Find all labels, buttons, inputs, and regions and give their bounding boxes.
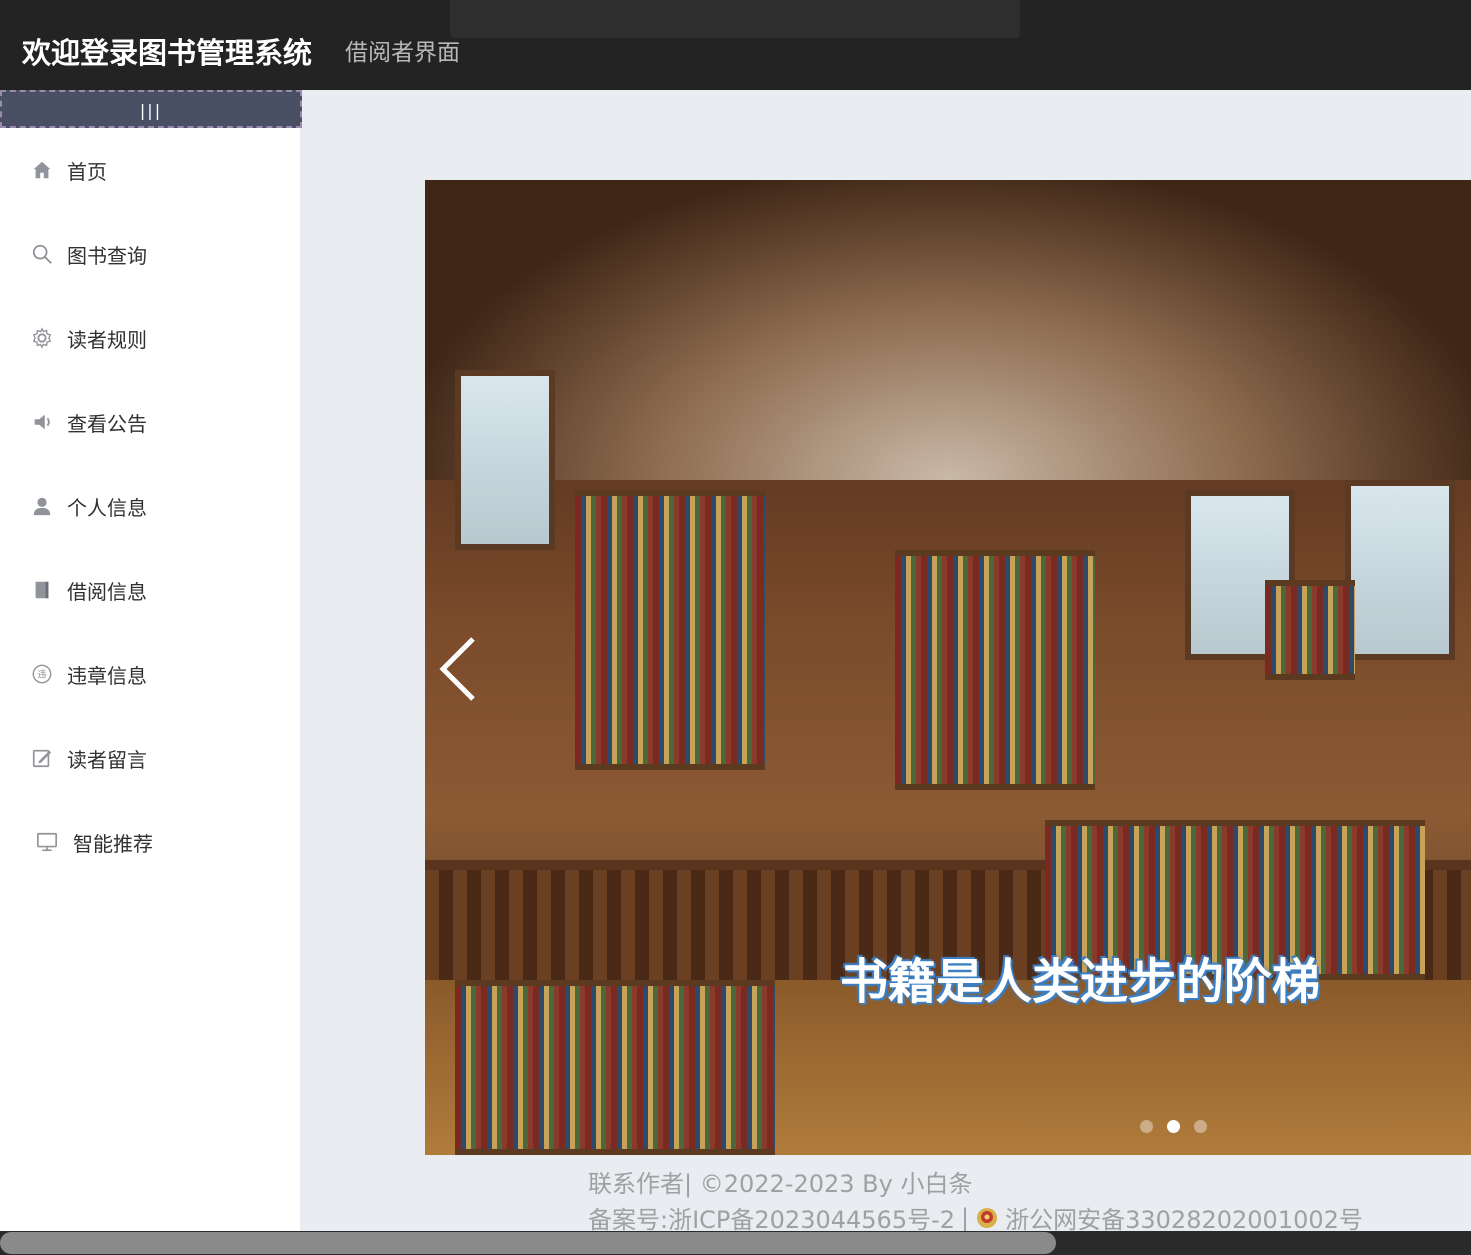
- sidebar-item-label[interactable]: 读者留言: [67, 744, 147, 773]
- sidebar-item-borrow-info[interactable]: 借阅信息: [27, 575, 147, 605]
- top-header: 欢迎登录图书管理系统 借阅者界面: [0, 0, 1471, 90]
- monitor-icon[interactable]: [27, 827, 67, 857]
- sidebar-item-announcements[interactable]: 查看公告: [27, 407, 147, 437]
- sidebar-item-personal-info[interactable]: 个人信息: [27, 491, 147, 521]
- icp-registration-link[interactable]: 备案号:浙ICP备2023044565号-2: [588, 1200, 955, 1235]
- sidebar-item-label[interactable]: 读者规则: [67, 324, 147, 353]
- carousel-caption: 书籍是人类进步的阶梯: [840, 954, 1321, 1010]
- speaker-icon[interactable]: [27, 407, 57, 437]
- library-photo-bookshelf: [1265, 580, 1355, 680]
- sidebar-item-label[interactable]: 智能推荐: [73, 828, 153, 857]
- sidebar-item-reader-messages[interactable]: 读者留言: [27, 743, 147, 773]
- sidebar-item-label[interactable]: 个人信息: [67, 492, 147, 521]
- carousel-indicator-1[interactable]: [1140, 1120, 1153, 1133]
- app-title: 欢迎登录图书管理系统: [22, 36, 313, 70]
- sidebar-item-label[interactable]: 首页: [67, 156, 107, 185]
- sidebar-item-label[interactable]: 借阅信息: [67, 576, 147, 605]
- search-icon[interactable]: [27, 239, 57, 269]
- library-photo-bookshelf: [575, 490, 765, 770]
- user-icon[interactable]: [27, 491, 57, 521]
- sidebar-item-reader-rules[interactable]: 读者规则: [27, 323, 147, 353]
- svg-text:违: 违: [37, 670, 46, 681]
- police-emblem-icon[interactable]: [975, 1206, 999, 1230]
- library-photo-window: [1345, 480, 1455, 660]
- sidebar-item-book-search[interactable]: 图书查询: [27, 239, 147, 269]
- carousel-indicator-2[interactable]: [1167, 1120, 1180, 1133]
- sidebar-item-violation-info[interactable]: 违 违章信息: [27, 659, 147, 689]
- horizontal-scrollbar-thumb[interactable]: [0, 1232, 1056, 1254]
- footer-author: 联系作者| ©2022-2023 By 小白条: [588, 1170, 973, 1198]
- sidebar-item-home[interactable]: 首页: [27, 155, 107, 185]
- sidebar-item-label[interactable]: 图书查询: [67, 240, 147, 269]
- sidebar-item-smart-recommend[interactable]: 智能推荐: [27, 827, 153, 857]
- library-photo-ceiling: [425, 180, 1471, 480]
- library-photo-bookshelf: [455, 980, 775, 1155]
- police-registration-link[interactable]: 浙公网安备33028202001002号: [975, 1200, 1363, 1235]
- footer-registration: 备案号:浙ICP备2023044565号-2 | 浙公网安备3302820200…: [588, 1200, 1363, 1235]
- home-icon[interactable]: [27, 155, 57, 185]
- settings-icon[interactable]: [27, 323, 57, 353]
- sidebar: ||| 首页 图书查询 读者规则 查看公告 个人信息 借阅信息 违 违章信息 读…: [0, 90, 302, 1255]
- carousel-indicators: [1140, 1120, 1207, 1133]
- app-subtitle: 借阅者界面: [345, 40, 460, 66]
- carousel-indicator-3[interactable]: [1194, 1120, 1207, 1133]
- edit-icon[interactable]: [27, 743, 57, 773]
- sidebar-item-label[interactable]: 查看公告: [67, 408, 147, 437]
- carousel-prev-button[interactable]: [437, 635, 483, 703]
- library-photo-window: [455, 370, 555, 550]
- police-registration-text[interactable]: 浙公网安备33028202001002号: [1005, 1200, 1363, 1235]
- sidebar-item-label[interactable]: 违章信息: [67, 660, 147, 689]
- footer-separator: |: [961, 1203, 970, 1232]
- library-photo-bookshelf: [895, 550, 1095, 790]
- image-carousel[interactable]: 书籍是人类进步的阶梯: [425, 180, 1471, 1155]
- sidebar-collapse-button[interactable]: |||: [0, 90, 302, 128]
- chevron-left-icon[interactable]: [437, 635, 483, 703]
- violation-icon[interactable]: 违: [27, 659, 57, 689]
- book-icon[interactable]: [27, 575, 57, 605]
- header-overlay: [450, 0, 1020, 38]
